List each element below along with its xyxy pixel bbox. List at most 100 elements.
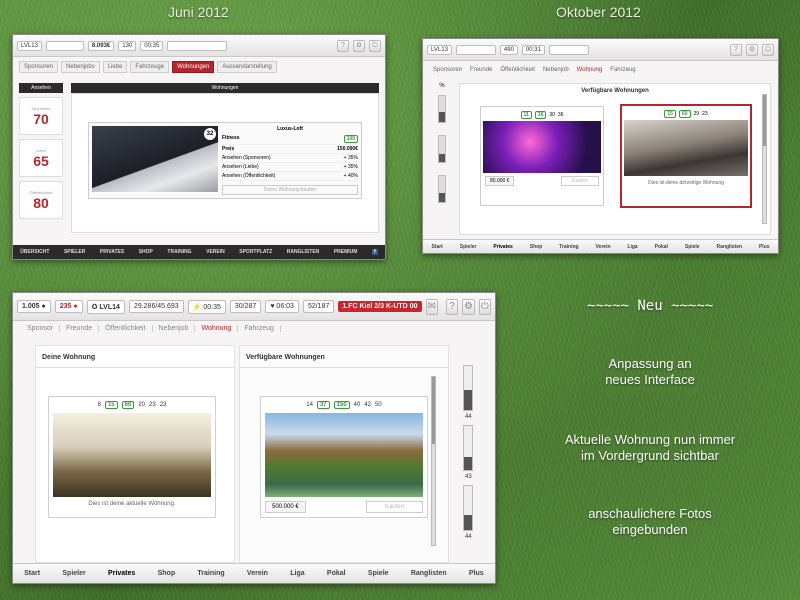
- old-bottom-nav: ÜBERSICHT SPIELER PRIVATES SHOP TRAINING…: [13, 245, 385, 259]
- match-score: 2/3: [374, 303, 385, 310]
- oct-nav-item[interactable]: Plus: [759, 244, 770, 250]
- oct-current-apartment-card[interactable]: 15 60 29 23 Dies ist deine derzeitige Wo…: [620, 104, 752, 208]
- info-row: Preis 150.000€: [222, 145, 358, 154]
- buy-button[interactable]: Kaufen: [365, 501, 423, 513]
- gear-icon[interactable]: ⚙: [746, 43, 758, 56]
- old-tab-active[interactable]: Wohnungen: [172, 61, 215, 73]
- gems-chip: 235 ●: [54, 300, 83, 313]
- nav-item[interactable]: Spieler: [62, 570, 85, 577]
- old-tab[interactable]: Nebenjobs: [61, 61, 100, 73]
- help-icon[interactable]: ?: [445, 298, 459, 315]
- villa-photo: [265, 413, 423, 497]
- oct-tab[interactable]: Sponsoren: [429, 65, 466, 75]
- old-subnav: Sponsoren Nebenjobs Liebe Fahrzeuge Wohn…: [13, 57, 385, 77]
- stat-value: 23: [159, 402, 167, 408]
- nav-item[interactable]: Training: [197, 570, 224, 577]
- gear-icon[interactable]: ⚙: [462, 298, 475, 315]
- stat-badge: 150: [333, 401, 350, 409]
- old-nav-item[interactable]: SPORTPLATZ: [239, 249, 272, 255]
- old-nav-item[interactable]: ÜBERSICHT: [20, 249, 49, 255]
- oct-nav-item[interactable]: Liga: [627, 244, 637, 250]
- available-scrollbar[interactable]: [431, 376, 436, 546]
- old-tab[interactable]: Liebe: [102, 61, 128, 73]
- feature-text-2: Aktuelle Wohnung nun immer im Vordergrun…: [520, 432, 780, 464]
- old-nav-item[interactable]: SPIELER: [64, 249, 85, 255]
- help-icon[interactable]: ?: [337, 39, 349, 52]
- oct-nav-item[interactable]: Training: [559, 244, 578, 250]
- old-tab[interactable]: Aussendarstellung: [217, 61, 277, 73]
- nav-item[interactable]: Pokal: [327, 570, 346, 577]
- new-tab-active[interactable]: Wohnung: [195, 325, 239, 332]
- oct-tab-active[interactable]: Wohnung: [573, 65, 607, 75]
- oct-nav-item[interactable]: Shop: [530, 244, 543, 250]
- old-topbar: LVL13 8.093€ 130 00:35 ? ⚙ ⏻: [13, 35, 385, 57]
- oct-nav-item[interactable]: Ranglisten: [717, 244, 743, 250]
- oct-nav-item[interactable]: Spiele: [685, 244, 700, 250]
- info-label: Ansehen (Öffentlichkeit): [222, 173, 276, 179]
- old-side-title: Ansehen: [19, 83, 63, 93]
- oct-nav-item[interactable]: Verein: [596, 244, 611, 250]
- oct-apartment-card[interactable]: 11 36 30 36 80.000 € Kaufen: [480, 106, 604, 206]
- feature-line: Aktuelle Wohnung nun immer: [564, 432, 736, 447]
- old-apartment-card: 32 Luxus-Loft Fitness 100 Preis 150.000€ A…: [88, 122, 362, 199]
- nav-item[interactable]: Plus: [469, 570, 484, 577]
- new-topbar: 1.005 ● 235 ● ✪ LVL14 29.286/45.693 ⚡ 00…: [13, 293, 495, 321]
- old-nav-item[interactable]: VEREIN: [206, 249, 225, 255]
- oct-nav-item[interactable]: Spieler: [460, 244, 477, 250]
- nav-item-active[interactable]: Privates: [108, 570, 135, 577]
- power-icon[interactable]: ⏻: [478, 298, 491, 315]
- oct-price-row: 80.000 € Kaufen: [483, 173, 601, 189]
- nav-item[interactable]: Ranglisten: [411, 570, 447, 577]
- oct-nav-item[interactable]: Start: [431, 244, 442, 250]
- oct-xp-bar: [455, 44, 496, 55]
- oct-fitness-bar: [548, 44, 589, 55]
- facebook-icon[interactable]: f: [371, 249, 378, 255]
- new-tab[interactable]: Öffentlichkeit: [99, 325, 153, 332]
- stat-badge: 15: [664, 110, 676, 118]
- mail-icon[interactable]: ✉: [425, 298, 438, 315]
- old-nav-item[interactable]: TRAINING: [167, 249, 191, 255]
- feature-text-1: Anpassung an neues Interface: [520, 356, 780, 388]
- oct-tab[interactable]: Fahrzeug: [606, 65, 639, 75]
- old-tab[interactable]: Sponsoren: [19, 61, 59, 73]
- old-tab[interactable]: Fahrzeuge: [130, 61, 170, 73]
- match-pill[interactable]: 1.FC Kiel 2/3 K-UTD 00: [338, 301, 422, 312]
- power-icon[interactable]: ⏻: [762, 43, 774, 56]
- oct-current-caption: Dies ist deine derzeitige Wohnung: [648, 180, 724, 186]
- nav-item[interactable]: Verein: [247, 570, 268, 577]
- buy-apartment-button[interactable]: Deine Wohnung kaufen: [222, 185, 358, 195]
- club-photo: [483, 121, 601, 173]
- gear-icon[interactable]: ⚙: [353, 39, 365, 52]
- new-tab[interactable]: Nebenjob: [153, 325, 196, 332]
- nav-item[interactable]: Start: [24, 570, 40, 577]
- oct-gauge: [438, 135, 446, 163]
- old-nav-item[interactable]: PREMIUM: [334, 249, 358, 255]
- stat-value: 40: [353, 402, 361, 408]
- oct-main-panel: Verfügbare Wohnungen 11 36 30 36 80.000 …: [459, 83, 771, 235]
- oct-nav-item[interactable]: Pokal: [655, 244, 668, 250]
- available-apartment-card[interactable]: 14 37 150 40 42 50 500.000 € Kaufen: [260, 396, 428, 518]
- fitness-value: 100: [343, 135, 358, 143]
- nav-item[interactable]: Spiele: [368, 570, 389, 577]
- old-nav-item[interactable]: SHOP: [139, 249, 153, 255]
- oct-nav-item-active[interactable]: Privates: [493, 244, 512, 250]
- oct-tab[interactable]: Öffentlichkeit: [496, 65, 539, 75]
- new-tab[interactable]: Freunde: [60, 325, 100, 332]
- new-tab[interactable]: Sponsor: [21, 325, 61, 332]
- old-nav-item[interactable]: RANGLISTEN: [287, 249, 320, 255]
- nav-item[interactable]: Liga: [290, 570, 304, 577]
- help-icon[interactable]: ?: [730, 43, 742, 56]
- side-gauge: 44: [463, 365, 473, 420]
- oct-tab[interactable]: Nebenjob: [539, 65, 573, 75]
- nav-item[interactable]: Shop: [158, 570, 176, 577]
- old-stat-value: 70: [33, 110, 49, 127]
- living-room-photo: [624, 120, 748, 176]
- power-icon[interactable]: ⏻: [369, 39, 381, 52]
- oct-buy-button[interactable]: Kaufen: [561, 176, 599, 186]
- stat-value: 23: [149, 402, 156, 408]
- new-tab[interactable]: Fahrzeug: [238, 325, 281, 332]
- old-nav-item[interactable]: PRIVATES: [100, 249, 124, 255]
- match-home: 1.FC Kiel: [342, 303, 373, 310]
- oct-scrollbar[interactable]: [762, 94, 767, 224]
- oct-tab[interactable]: Freunde: [466, 65, 496, 75]
